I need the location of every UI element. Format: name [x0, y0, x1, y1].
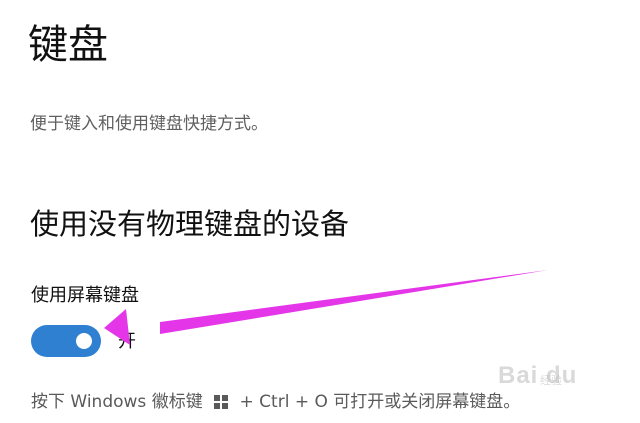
page-title: 键盘	[28, 22, 108, 68]
page-description: 便于键入和使用键盘快捷方式。	[30, 114, 268, 134]
baidu-watermark-sub: 经验	[540, 374, 562, 387]
toggle-state-label: 开	[118, 331, 136, 352]
settings-page: 键盘 便于键入和使用键盘快捷方式。 使用没有物理键盘的设备 使用屏幕键盘 开 按…	[0, 0, 640, 423]
annotation-arrow-shaft	[160, 270, 548, 334]
baidu-watermark: Bai du	[498, 362, 578, 389]
onscreen-keyboard-toggle[interactable]	[31, 325, 101, 357]
onscreen-keyboard-label: 使用屏幕键盘	[31, 285, 139, 306]
windows-logo-icon	[214, 395, 229, 409]
shortcut-hint-suffix: + Ctrl + O 可打开或关闭屏幕键盘。	[239, 392, 521, 412]
section-title: 使用没有物理键盘的设备	[30, 207, 350, 241]
shortcut-hint: 按下 Windows 徽标键 + Ctrl + O 可打开或关闭屏幕键盘。	[31, 390, 520, 414]
shortcut-hint-prefix: 按下 Windows 徽标键	[31, 392, 203, 412]
toggle-knob	[76, 333, 92, 349]
